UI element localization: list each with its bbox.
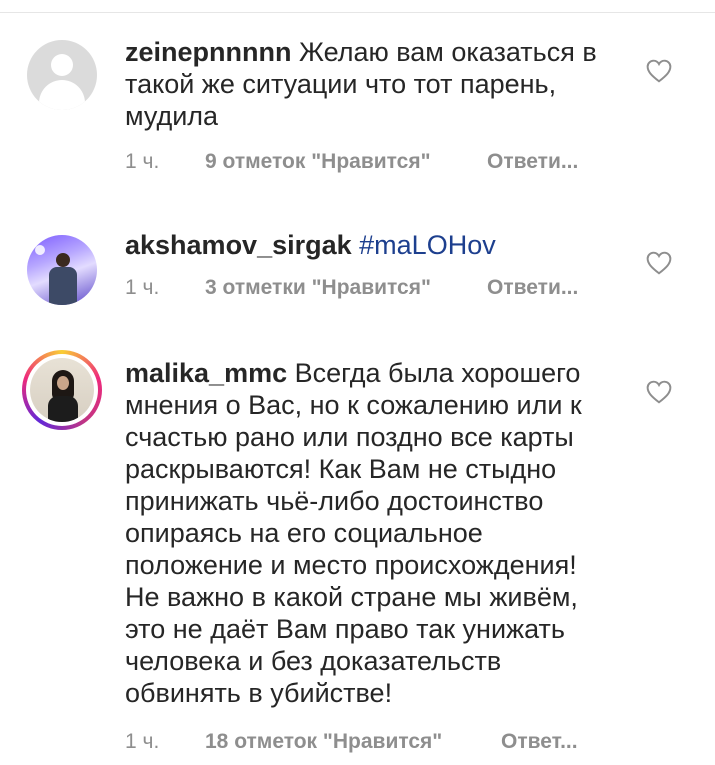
heart-icon[interactable] — [646, 59, 672, 83]
reply-button[interactable]: Ответи... — [487, 276, 578, 300]
comment-meta: 1 ч. 3 отметки "Нравится" Ответи... — [125, 276, 595, 306]
reply-button[interactable]: Ответ... — [501, 730, 578, 754]
comment-text: zeinepnnnnn Желаю вам оказаться в такой … — [125, 36, 605, 132]
comment-likes[interactable]: 9 отметок "Нравится" — [205, 150, 431, 174]
reply-button[interactable]: Ответи... — [487, 150, 578, 174]
comment-meta: 1 ч. 18 отметок "Нравится" Ответ... — [125, 730, 595, 760]
hashtag-link[interactable]: #maLOHov — [359, 230, 496, 260]
comment-username[interactable]: akshamov_sirgak — [125, 230, 352, 260]
avatar[interactable] — [27, 235, 97, 305]
comment-body: Всегда была хорошего мнения о Вас, но к … — [125, 358, 582, 708]
top-divider — [0, 0, 715, 13]
comment-text: akshamov_sirgak #maLOHov — [125, 229, 605, 261]
comment-time: 1 ч. — [125, 730, 160, 753]
comment-text: malika_mmc Всегда была хорошего мнения о… — [125, 357, 605, 709]
comment-meta: 1 ч. 9 отметок "Нравится" Ответи... — [125, 150, 595, 180]
comment-username[interactable]: malika_mmc — [125, 358, 287, 388]
avatar[interactable] — [27, 40, 97, 110]
heart-icon[interactable] — [646, 251, 672, 275]
heart-icon[interactable] — [646, 380, 672, 404]
avatar — [30, 358, 94, 422]
comment-likes[interactable]: 3 отметки "Нравится" — [205, 276, 431, 300]
comment-likes[interactable]: 18 отметок "Нравится" — [205, 730, 442, 754]
comment-time: 1 ч. — [125, 276, 160, 299]
comment-username[interactable]: zeinepnnnnn — [125, 37, 291, 67]
comment-time: 1 ч. — [125, 150, 160, 173]
user-silhouette-icon — [51, 54, 73, 76]
avatar-story-ring[interactable] — [22, 350, 102, 430]
